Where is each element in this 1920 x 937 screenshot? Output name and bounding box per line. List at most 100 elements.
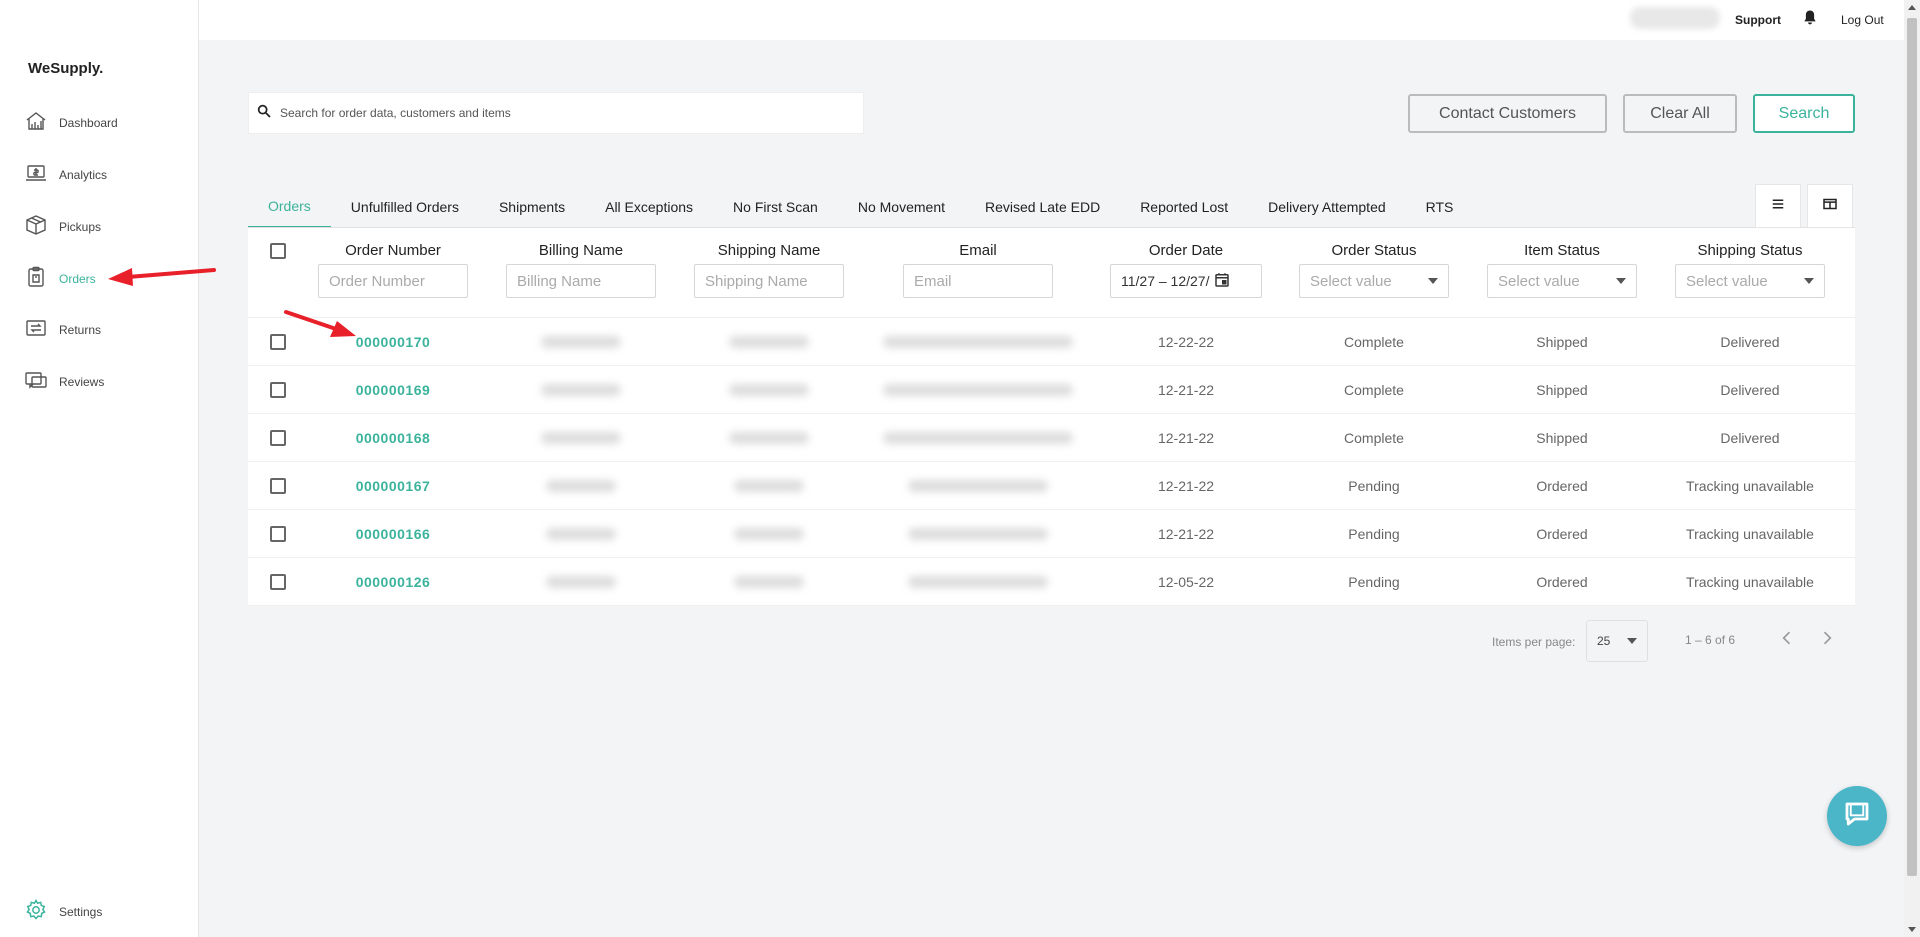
- order-status: Complete: [1344, 382, 1404, 398]
- tab-shipments[interactable]: Shipments: [479, 186, 585, 228]
- list-view-button[interactable]: [1755, 184, 1801, 228]
- tab-rts[interactable]: RTS: [1406, 186, 1474, 228]
- sidebar-item-reviews[interactable]: Reviews: [24, 367, 104, 397]
- order-status: Complete: [1344, 334, 1404, 350]
- brand-logo: WeSupply.: [28, 60, 104, 77]
- scroll-up-icon[interactable]: [1908, 5, 1916, 10]
- shipping-name-redacted: [733, 576, 804, 588]
- row-checkbox[interactable]: [270, 526, 286, 542]
- search-button[interactable]: Search: [1753, 94, 1855, 133]
- search-input[interactable]: [280, 106, 840, 120]
- header-shipping-name: Shipping Name: [689, 242, 849, 298]
- sidebar-item-label: Settings: [59, 905, 103, 919]
- order-date: 12-22-22: [1157, 334, 1215, 350]
- previous-page-button[interactable]: [1772, 625, 1802, 655]
- email-filter[interactable]: [903, 264, 1053, 298]
- header-label: Billing Name: [538, 242, 624, 259]
- shipping-status-select[interactable]: Select value: [1675, 264, 1825, 298]
- item-status: Ordered: [1536, 478, 1588, 494]
- columns-view-button[interactable]: [1807, 184, 1853, 228]
- row-checkbox[interactable]: [270, 382, 286, 398]
- chat-icon: [1842, 799, 1872, 834]
- email-redacted: [883, 384, 1073, 396]
- row-checkbox[interactable]: [270, 430, 286, 446]
- tab-all-exceptions[interactable]: All Exceptions: [585, 186, 713, 228]
- select-all-checkbox[interactable]: [270, 243, 286, 259]
- header-label: Shipping Name: [717, 242, 821, 259]
- header-label: Order Number: [345, 242, 441, 259]
- billing-name-redacted: [540, 384, 621, 396]
- table-row[interactable]: 000000166 12-21-22 Pending Ordered Track…: [248, 510, 1855, 558]
- tab-orders[interactable]: Orders: [248, 186, 331, 228]
- sidebar-item-dashboard[interactable]: Dashboard: [24, 108, 118, 138]
- order-number-link[interactable]: 000000169: [356, 382, 431, 398]
- chevron-right-icon: [1817, 628, 1837, 653]
- top-bar: Support Log Out: [199, 0, 1904, 40]
- table-row[interactable]: 000000170 12-22-22 Complete Shipped Deli…: [248, 318, 1855, 366]
- order-number-link[interactable]: 000000126: [356, 574, 431, 590]
- next-page-button[interactable]: [1812, 625, 1842, 655]
- sidebar-item-orders[interactable]: Orders: [24, 264, 96, 294]
- header-label: Order Date: [1148, 242, 1224, 259]
- table-row[interactable]: 000000169 12-21-22 Complete Shipped Deli…: [248, 366, 1855, 414]
- table-row[interactable]: 000000168 12-21-22 Complete Shipped Deli…: [248, 414, 1855, 462]
- tab-no-movement[interactable]: No Movement: [838, 186, 965, 228]
- search-field[interactable]: [248, 92, 864, 134]
- order-date-filter[interactable]: 11/27 – 12/27/: [1110, 264, 1262, 298]
- scrollbar[interactable]: [1904, 0, 1920, 937]
- page-size-value: 25: [1597, 634, 1611, 648]
- row-checkbox[interactable]: [270, 334, 286, 350]
- order-number-link[interactable]: 000000168: [356, 430, 431, 446]
- header-label: Email: [959, 242, 997, 259]
- tab-reported-lost[interactable]: Reported Lost: [1120, 186, 1248, 228]
- support-link[interactable]: Support: [1735, 13, 1781, 27]
- order-number-link[interactable]: 000000170: [356, 334, 431, 350]
- item-status-select[interactable]: Select value: [1487, 264, 1637, 298]
- table-row[interactable]: 000000126 12-05-22 Pending Ordered Track…: [248, 558, 1855, 606]
- logout-link[interactable]: Log Out: [1841, 13, 1884, 27]
- analytics-icon: [24, 161, 48, 190]
- shipping-status: Delivered: [1720, 382, 1780, 398]
- billing-name-redacted: [545, 480, 616, 492]
- order-number-link[interactable]: 000000166: [356, 526, 431, 542]
- shipping-name-filter[interactable]: [694, 264, 844, 298]
- order-number-link[interactable]: 000000167: [356, 478, 431, 494]
- row-checkbox[interactable]: [270, 574, 286, 590]
- billing-name-redacted: [540, 432, 621, 444]
- tab-delivery-attempted[interactable]: Delivery Attempted: [1248, 186, 1406, 228]
- shipping-name-redacted: [728, 432, 809, 444]
- tab-unfulfilled-orders[interactable]: Unfulfilled Orders: [331, 186, 479, 228]
- items-per-page-label: Items per page:: [1492, 635, 1576, 649]
- row-checkbox[interactable]: [270, 478, 286, 494]
- shipping-status: Tracking unavailable: [1686, 526, 1814, 542]
- calendar-icon[interactable]: [1213, 271, 1231, 292]
- tab-revised-late-edd[interactable]: Revised Late EDD: [965, 186, 1120, 228]
- table-row[interactable]: 000000167 12-21-22 Pending Ordered Track…: [248, 462, 1855, 510]
- shipping-name-redacted: [728, 384, 809, 396]
- sidebar-item-label: Orders: [59, 272, 96, 286]
- billing-name-filter[interactable]: [506, 264, 656, 298]
- billing-name-redacted: [545, 528, 616, 540]
- billing-name-redacted: [540, 336, 621, 348]
- items-per-page-select[interactable]: 25: [1586, 620, 1648, 662]
- scroll-thumb[interactable]: [1907, 18, 1917, 876]
- email-redacted: [908, 528, 1048, 540]
- sidebar-item-pickups[interactable]: Pickups: [24, 212, 101, 242]
- sidebar-item-settings[interactable]: Settings: [24, 897, 102, 927]
- contact-customers-button[interactable]: Contact Customers: [1408, 94, 1607, 133]
- order-status: Pending: [1348, 574, 1400, 590]
- email-redacted: [883, 336, 1073, 348]
- chevron-down-icon: [1627, 638, 1637, 644]
- order-status-select[interactable]: Select value: [1299, 264, 1449, 298]
- order-date: 12-21-22: [1157, 526, 1215, 542]
- tab-no-first-scan[interactable]: No First Scan: [713, 186, 838, 228]
- scroll-down-icon[interactable]: [1908, 927, 1916, 932]
- chat-button[interactable]: [1827, 786, 1887, 846]
- order-number-filter[interactable]: [318, 264, 468, 298]
- sidebar-item-analytics[interactable]: Analytics: [24, 160, 107, 190]
- bell-icon[interactable]: [1801, 9, 1819, 27]
- page-range: 1 – 6 of 6: [1685, 633, 1736, 647]
- sidebar-item-returns[interactable]: Returns: [24, 315, 101, 345]
- tab-bar: Orders Unfulfilled Orders Shipments All …: [248, 186, 1473, 228]
- clear-all-button[interactable]: Clear All: [1623, 94, 1737, 133]
